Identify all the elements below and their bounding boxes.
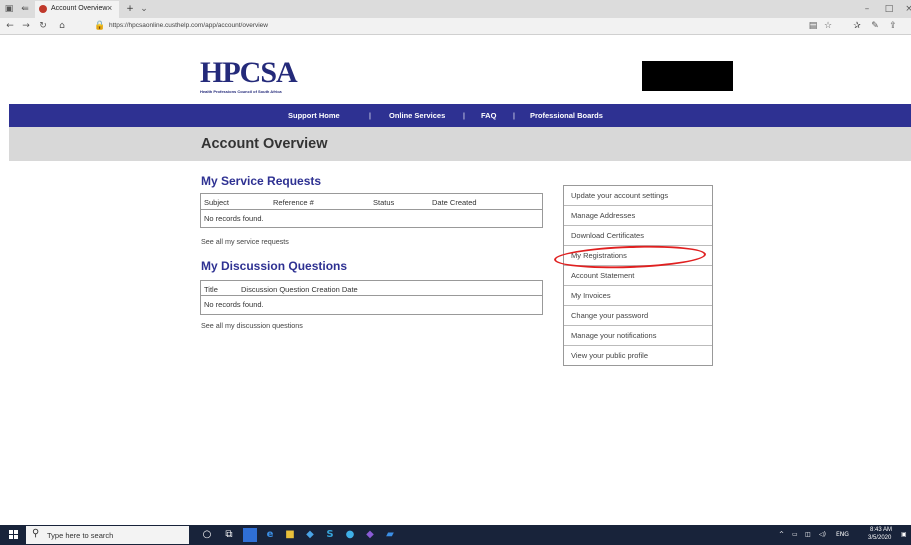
show-hidden-icons[interactable]: ^: [779, 531, 784, 538]
menu-item-label: Manage your notifications: [571, 331, 657, 340]
back-arrow-icon[interactable]: ←: [4, 20, 16, 32]
chat-app-icon[interactable]: ●: [343, 528, 357, 542]
share-icon[interactable]: ⇪: [887, 20, 899, 32]
menu-item-view-public-profile[interactable]: View your public profile: [564, 346, 712, 366]
site-favicon-icon: [39, 5, 47, 13]
nav-separator: |: [369, 111, 371, 120]
url-field[interactable]: https://hpcsaonline.custhelp.com/app/acc…: [109, 22, 268, 29]
header-divider: [201, 295, 542, 296]
nav-professional-boards[interactable]: Professional Boards: [530, 111, 603, 120]
column-header-subject[interactable]: Subject: [204, 198, 229, 207]
browser-address-bar: ← → ↻ ⌂ 🔒 https://hpcsaonline.custhelp.c…: [0, 18, 911, 35]
store-icon[interactable]: ◆: [303, 528, 317, 542]
tab-actions-icon[interactable]: ▣: [4, 4, 14, 14]
outlook-icon[interactable]: ▰: [383, 528, 397, 542]
discussion-questions-heading: My Discussion Questions: [201, 259, 348, 273]
menu-item-label: Account Statement: [571, 271, 635, 280]
nav-separator: |: [463, 111, 465, 120]
menu-item-label: My Invoices: [571, 291, 611, 300]
see-all-discussion-questions-link[interactable]: See all my discussion questions: [201, 321, 303, 330]
account-menu: Update your account settings Manage Addr…: [563, 185, 713, 366]
hpcsa-logo[interactable]: HPCSA Health Professions Council of Sout…: [200, 56, 304, 95]
menu-item-manage-notifications[interactable]: Manage your notifications: [564, 326, 712, 346]
volume-icon[interactable]: ◁): [819, 531, 826, 538]
taskbar-search-box[interactable]: ⚲ Type here to search: [26, 526, 189, 544]
refresh-icon[interactable]: ↻: [37, 20, 49, 32]
minimize-window-icon[interactable]: –: [862, 4, 872, 14]
close-window-icon[interactable]: ×: [904, 4, 911, 14]
menu-item-account-statement[interactable]: Account Statement: [564, 266, 712, 286]
service-requests-table: Subject Reference # Status Date Created …: [200, 193, 543, 228]
new-tab-button[interactable]: +: [125, 4, 135, 14]
input-language[interactable]: ENG: [836, 531, 849, 538]
search-placeholder: Type here to search: [47, 531, 114, 540]
cortana-icon[interactable]: ○: [200, 528, 214, 542]
menu-item-change-password[interactable]: Change your password: [564, 306, 712, 326]
column-header-title[interactable]: Title: [204, 285, 218, 294]
clock-date[interactable]: 3/5/2020: [868, 535, 891, 541]
favorite-star-icon[interactable]: ☆: [822, 20, 834, 32]
service-requests-heading: My Service Requests: [201, 174, 322, 188]
column-header-creation-date[interactable]: Discussion Question Creation Date: [241, 285, 358, 294]
header-divider: [201, 209, 542, 210]
windows-start-icon[interactable]: [9, 530, 19, 540]
logo-wordmark: HPCSA: [200, 56, 298, 89]
menu-item-label: Change your password: [571, 311, 649, 320]
clock-time[interactable]: 8:43 AM: [870, 527, 892, 533]
menu-item-manage-addresses[interactable]: Manage Addresses: [564, 206, 712, 226]
tab-account-overview[interactable]: Account Overview ×: [35, 1, 119, 18]
task-view-icon[interactable]: ⧉: [222, 528, 236, 542]
lock-icon: 🔒: [94, 21, 106, 31]
maximize-window-icon[interactable]: □: [884, 4, 894, 14]
file-explorer-icon[interactable]: ■: [283, 528, 297, 542]
chevron-down-icon[interactable]: ⌄: [139, 4, 149, 14]
teams-icon[interactable]: ◆: [363, 528, 377, 542]
menu-item-label: Manage Addresses: [571, 211, 636, 220]
notifications-icon[interactable]: ▣: [901, 531, 907, 538]
menu-item-label: Download Certificates: [571, 231, 644, 240]
menu-item-my-invoices[interactable]: My Invoices: [564, 286, 712, 306]
set-aside-tabs-icon[interactable]: ⇚: [20, 4, 30, 14]
menu-item-label: Update your account settings: [571, 191, 669, 200]
page-title-band: Account Overview: [9, 127, 911, 161]
nav-faq[interactable]: FAQ: [481, 111, 496, 120]
redacted-user-block: [642, 61, 733, 91]
menu-item-label: View your public profile: [571, 351, 648, 360]
column-header-status[interactable]: Status: [373, 198, 394, 207]
search-icon: ⚲: [32, 528, 40, 539]
page-title: Account Overview: [201, 136, 328, 152]
tab-close-icon[interactable]: ×: [107, 3, 112, 13]
nav-separator: |: [513, 111, 515, 120]
reading-view-icon[interactable]: ▤: [807, 20, 819, 32]
main-navigation: Support Home | Online Services | FAQ | P…: [9, 104, 911, 127]
empty-records-text: No records found.: [204, 300, 264, 309]
empty-records-text: No records found.: [204, 214, 264, 223]
skype-icon[interactable]: S: [323, 528, 337, 542]
nav-support-home[interactable]: Support Home: [288, 111, 340, 120]
column-header-date-created[interactable]: Date Created: [432, 198, 477, 207]
column-header-reference[interactable]: Reference #: [273, 198, 314, 207]
battery-icon[interactable]: ▭: [792, 531, 798, 538]
nav-online-services[interactable]: Online Services: [389, 111, 445, 120]
forward-arrow-icon[interactable]: →: [20, 20, 32, 32]
menu-item-update-account-settings[interactable]: Update your account settings: [564, 186, 712, 206]
windows-taskbar: ⚲ Type here to search ○ ⧉ e ■ ◆ S ● ◆ ▰ …: [0, 525, 911, 545]
edge-browser-icon[interactable]: e: [263, 528, 277, 542]
see-all-service-requests-link[interactable]: See all my service requests: [201, 237, 289, 246]
menu-item-download-certificates[interactable]: Download Certificates: [564, 226, 712, 246]
pen-icon[interactable]: ✎: [869, 20, 881, 32]
active-app-icon[interactable]: [243, 528, 257, 542]
discussion-questions-table: Title Discussion Question Creation Date …: [200, 280, 543, 315]
tab-title: Account Overview: [51, 5, 108, 12]
browser-tab-bar: ▣ ⇚ Account Overview × + ⌄ – □ ×: [0, 0, 911, 18]
logo-subtitle: Health Professions Council of South Afri…: [200, 89, 282, 94]
favorites-hub-icon[interactable]: ✰: [851, 20, 863, 32]
network-icon[interactable]: ◫: [805, 531, 811, 538]
home-icon[interactable]: ⌂: [56, 20, 68, 32]
